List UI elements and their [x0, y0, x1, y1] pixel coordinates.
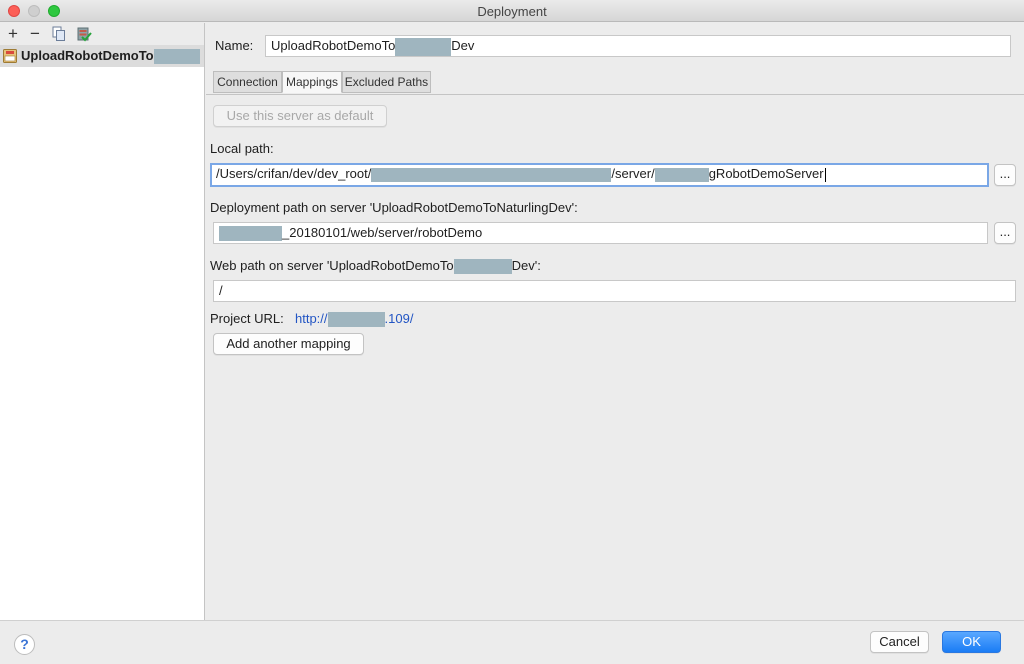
redacted-region — [327, 312, 385, 328]
name-field-suffix: Dev — [451, 38, 475, 53]
server-tree: UploadRobotDemoTo — [0, 45, 204, 638]
server-config-panel: Name: UploadRobotDemoTo Dev Connection Ma… — [206, 23, 1024, 620]
redacted-region — [395, 37, 452, 56]
project-url-prefix: http:// — [295, 311, 328, 326]
server-tree-item[interactable]: UploadRobotDemoTo — [0, 45, 204, 67]
server-tree-item-label: UploadRobotDemoTo — [21, 48, 200, 65]
tab-connection[interactable]: Connection — [213, 71, 282, 93]
help-button[interactable]: ? — [14, 634, 35, 655]
use-as-default-icon[interactable] — [76, 25, 94, 43]
local-path-part2: /server/ — [611, 166, 655, 181]
deployment-path-browse-button[interactable]: ... — [994, 222, 1016, 244]
web-path-label-suffix: Dev': — [511, 258, 541, 273]
name-field[interactable]: UploadRobotDemoTo Dev — [265, 35, 1011, 57]
redacted-region — [153, 49, 200, 65]
copy-icon[interactable] — [52, 25, 70, 43]
project-url-label: Project URL: — [210, 311, 284, 326]
window-title: Deployment — [477, 4, 547, 19]
tab-divider — [206, 94, 1024, 95]
local-path-part1: /Users/crifan/dev/dev_root/ — [216, 166, 372, 181]
cancel-button[interactable]: Cancel — [870, 631, 929, 653]
local-path-browse-button[interactable]: ... — [994, 164, 1016, 186]
deployment-path-label: Deployment path on server 'UploadRobotDe… — [210, 200, 578, 215]
deployment-path-field[interactable]: _20180101/web/server/robotDemo — [213, 222, 988, 244]
use-as-default-button[interactable]: Use this server as default — [213, 105, 387, 127]
project-url-link[interactable]: http:// .109/ — [295, 311, 414, 328]
redacted-region — [453, 259, 512, 275]
deployment-path-text: _20180101/web/server/robotDemo — [282, 225, 483, 240]
title-bar: Deployment — [0, 0, 1024, 22]
text-cursor — [824, 167, 826, 182]
local-path-field[interactable]: /Users/crifan/dev/dev_root/ /server/gRobo… — [210, 163, 989, 187]
name-field-prefix: UploadRobotDemoTo — [271, 38, 396, 53]
ok-button[interactable]: OK — [942, 631, 1001, 653]
add-another-mapping-button[interactable]: Add another mapping — [213, 333, 364, 355]
sftp-server-icon — [3, 49, 17, 63]
redacted-region — [219, 226, 282, 242]
server-name-text: UploadRobotDemoTo — [21, 48, 154, 63]
web-path-label-prefix: Web path on server 'UploadRobotDemoTo — [210, 258, 454, 273]
dialog-footer: ? Cancel OK — [0, 620, 1024, 664]
web-path-label: Web path on server 'UploadRobotDemoTo Dev… — [210, 258, 541, 275]
tab-excluded-paths[interactable]: Excluded Paths — [342, 71, 431, 93]
project-url-suffix: .109/ — [384, 311, 414, 326]
web-path-field[interactable]: / — [213, 280, 1016, 302]
server-list-toolbar: + − — [0, 23, 204, 45]
redacted-region — [371, 167, 612, 182]
redacted-region — [654, 167, 709, 182]
add-server-button[interactable]: + — [4, 25, 22, 43]
local-path-part3: gRobotDemoServer — [708, 166, 824, 181]
server-list-panel: + − UploadRobotDemoTo — [0, 23, 205, 638]
tab-mappings[interactable]: Mappings — [282, 71, 342, 93]
remove-server-button[interactable]: − — [26, 25, 44, 43]
name-label: Name: — [215, 38, 254, 53]
deployment-window: Deployment + − UploadRobotDemoTo Name: U… — [0, 0, 1024, 664]
local-path-label: Local path: — [210, 141, 274, 156]
